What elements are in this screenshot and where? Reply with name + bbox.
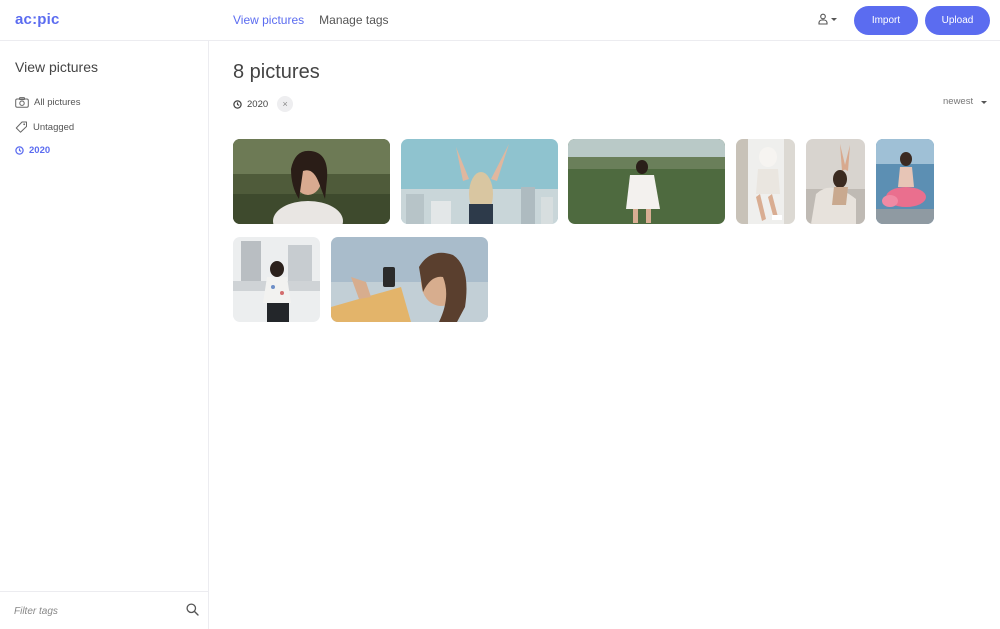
user-icon <box>818 13 828 25</box>
picture-image <box>568 139 725 224</box>
picture-image <box>401 139 558 224</box>
picture-image <box>876 139 934 224</box>
page-title: 8 pictures <box>233 61 320 83</box>
filter-tags-input[interactable] <box>14 601 174 621</box>
chevron-down-icon <box>981 100 988 104</box>
main-nav: View pictures Manage tags <box>233 13 389 27</box>
picture-thumbnail[interactable] <box>401 139 558 224</box>
picture-image <box>233 139 390 224</box>
sort-label: newest <box>943 96 974 107</box>
picture-image <box>806 139 865 224</box>
picture-thumbnail[interactable] <box>233 237 320 322</box>
clock-icon <box>15 146 24 155</box>
picture-thumbnail[interactable] <box>736 139 795 224</box>
clock-icon <box>233 99 242 109</box>
tag-icon <box>15 121 27 133</box>
picture-thumbnail[interactable] <box>806 139 865 224</box>
picture-thumbnail[interactable] <box>876 139 934 224</box>
nav-manage-tags[interactable]: Manage tags <box>319 13 388 27</box>
nav-view-pictures[interactable]: View pictures <box>233 13 304 27</box>
active-filter-chip: 2020 × <box>233 96 294 112</box>
remove-filter-button[interactable]: × <box>277 96 294 112</box>
picture-thumbnail[interactable] <box>233 139 390 224</box>
chevron-down-icon <box>831 18 837 21</box>
picture-image <box>331 237 488 322</box>
sidebar-item-untagged[interactable]: Untagged <box>15 121 74 133</box>
picture-thumbnail[interactable] <box>568 139 725 224</box>
sidebar-item-2020[interactable]: 2020 <box>15 145 50 156</box>
user-menu[interactable] <box>818 13 837 25</box>
sidebar: View pictures All pictures Untagged 2020 <box>0 41 209 629</box>
tag-filter <box>0 591 208 629</box>
main-content: 8 pictures 2020 × newest <box>210 41 1000 629</box>
sidebar-item-label: All pictures <box>34 97 81 108</box>
import-button[interactable]: Import <box>854 6 918 35</box>
top-bar: ac:pic View pictures Manage tags Import … <box>0 0 1000 41</box>
active-filter-label: 2020 <box>247 98 269 110</box>
app-logo[interactable]: ac:pic <box>15 11 60 28</box>
upload-button[interactable]: Upload <box>925 6 990 35</box>
sidebar-item-all-pictures[interactable]: All pictures <box>15 97 80 108</box>
search-icon <box>186 603 199 616</box>
sidebar-title: View pictures <box>15 59 99 75</box>
picture-image <box>736 139 795 224</box>
sidebar-item-label: 2020 <box>29 145 51 156</box>
sort-dropdown[interactable]: newest <box>943 96 988 107</box>
close-icon: × <box>282 99 288 109</box>
picture-thumbnail[interactable] <box>331 237 488 322</box>
sidebar-item-label: Untagged <box>33 121 75 133</box>
search-button[interactable] <box>186 603 199 621</box>
camera-icon <box>15 97 29 108</box>
picture-image <box>233 237 320 322</box>
